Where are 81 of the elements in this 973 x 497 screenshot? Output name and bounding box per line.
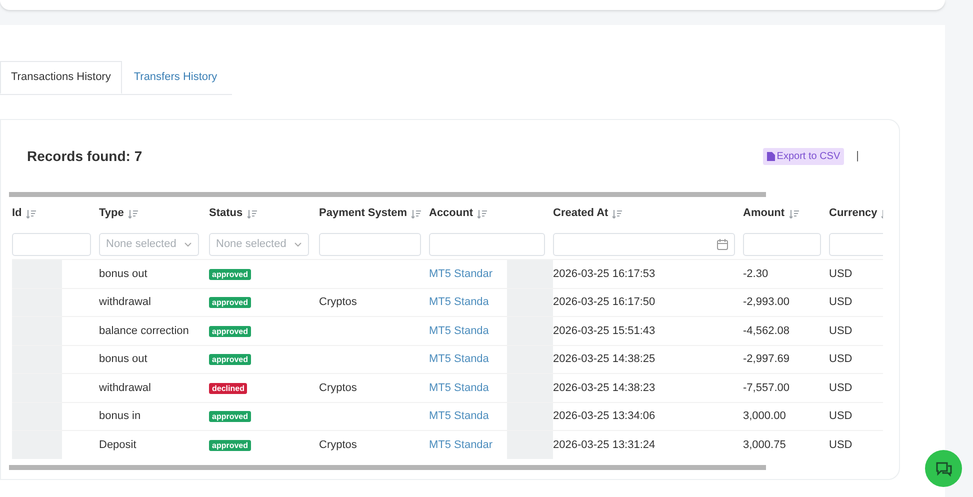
status-badge: approved xyxy=(209,411,252,422)
filter-field[interactable] xyxy=(12,233,91,256)
tab[interactable]: Transactions History xyxy=(0,61,122,94)
records-title: Records found: 7 xyxy=(27,146,142,166)
calendar-icon xyxy=(717,239,728,250)
column-header: Amount xyxy=(743,206,785,222)
table-cell: -2.30 xyxy=(743,268,768,280)
account-link[interactable]: MT5 Standar xyxy=(429,436,493,453)
column-header: Created At xyxy=(553,206,608,222)
column-header: Type xyxy=(99,206,124,222)
sort-icon[interactable] xyxy=(788,208,799,218)
tab[interactable]: Transfers History xyxy=(122,61,230,94)
account-link[interactable]: MT5 Standa xyxy=(429,351,489,368)
table-cell: withdrawal xyxy=(99,382,151,394)
chat-button[interactable] xyxy=(925,450,962,487)
date-filter-field[interactable] xyxy=(553,233,735,256)
sort-icon[interactable] xyxy=(246,208,257,218)
filter-field[interactable] xyxy=(743,233,821,256)
status-badge: approved xyxy=(209,440,252,450)
table-cell: 3,000.00 xyxy=(743,410,786,422)
column-header: Status xyxy=(209,206,243,222)
filter-dropdown[interactable]: None selected xyxy=(209,233,309,256)
table-cell: 2026-03-25 16:17:53 xyxy=(553,268,656,280)
sort-icon[interactable] xyxy=(612,208,622,218)
table-cell: -2,997.69 xyxy=(743,353,790,365)
status-badge: approved xyxy=(209,326,252,336)
table-cell: USD xyxy=(829,296,852,308)
sort-icon[interactable] xyxy=(411,208,422,218)
sort-icon[interactable] xyxy=(477,208,487,218)
table-cell: 2026-03-25 13:34:06 xyxy=(553,410,656,422)
column-header: Payment System xyxy=(319,206,408,222)
table-cell: -2,993.00 xyxy=(743,296,790,308)
status-badge: approved xyxy=(209,268,252,280)
table-cell: USD xyxy=(829,382,852,394)
filter-field[interactable] xyxy=(829,233,883,256)
toolbar-divider: | xyxy=(856,148,859,164)
table-cell: withdrawal xyxy=(99,296,151,308)
column-header: Id xyxy=(12,206,22,222)
account-link[interactable]: MT5 Standar xyxy=(429,266,493,282)
table-cell: Cryptos xyxy=(319,438,357,450)
chevron-down-icon xyxy=(294,242,302,247)
table-cell: USD xyxy=(829,438,852,450)
table-cell: USD xyxy=(829,324,852,336)
status-badge: approved xyxy=(209,297,252,308)
table-cell: 2026-03-25 15:51:43 xyxy=(553,324,656,336)
column-header: Account xyxy=(429,206,473,222)
chevron-down-icon xyxy=(184,242,192,247)
status-badge: approved xyxy=(209,354,252,365)
table-cell: USD xyxy=(829,353,852,365)
table-cell: 2026-03-25 13:31:24 xyxy=(553,438,656,450)
table-cell: USD xyxy=(829,268,852,280)
filter-dropdown[interactable]: None selected xyxy=(99,233,199,256)
table-cell: 2026-03-25 14:38:23 xyxy=(553,382,656,394)
filter-field[interactable] xyxy=(429,233,545,256)
table-cell: 2026-03-25 14:38:25 xyxy=(553,353,656,365)
table-cell: Deposit xyxy=(99,438,136,450)
table-cell: bonus out xyxy=(99,353,148,365)
table-cell: 2026-03-25 16:17:50 xyxy=(553,296,656,308)
table-cell: 3,000.75 xyxy=(743,438,786,450)
scrollbar[interactable] xyxy=(9,464,766,470)
table-cell: USD xyxy=(829,410,852,422)
account-link[interactable]: MT5 Standa xyxy=(429,322,489,339)
table-cell: Cryptos xyxy=(319,296,357,308)
status-badge: declined xyxy=(209,382,248,394)
sort-icon[interactable] xyxy=(128,208,138,218)
filter-field[interactable] xyxy=(319,233,421,256)
account-link[interactable]: MT5 Standa xyxy=(429,408,489,424)
table-cell: bonus out xyxy=(99,268,148,280)
table-cell: -4,562.08 xyxy=(743,324,790,336)
account-link[interactable]: MT5 Standa xyxy=(429,294,489,310)
table-cell: -7,557.00 xyxy=(743,382,790,394)
scrollbar[interactable] xyxy=(9,192,766,197)
table-cell: bonus in xyxy=(99,410,141,422)
table-cell: balance correction xyxy=(99,324,189,336)
sort-icon[interactable] xyxy=(26,208,36,218)
column-header: Currency xyxy=(829,206,878,222)
export-csv-button[interactable]: Export to CSV xyxy=(762,148,844,164)
table-cell: Cryptos xyxy=(319,382,357,394)
account-link[interactable]: MT5 Standa xyxy=(429,380,489,396)
chat-icon xyxy=(934,460,952,476)
file-icon xyxy=(766,152,775,160)
